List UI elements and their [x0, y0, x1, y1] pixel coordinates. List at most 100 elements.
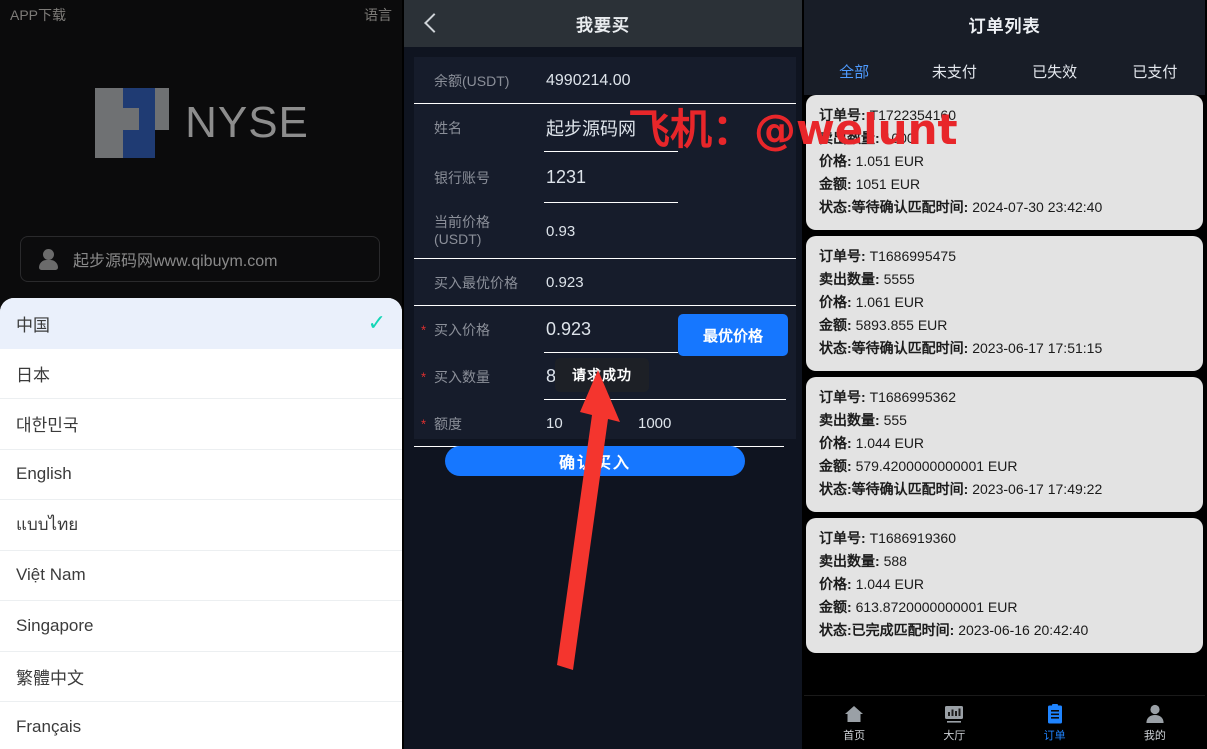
- language-item-japan[interactable]: 日本: [0, 348, 402, 399]
- status-label: 状态:: [819, 199, 852, 215]
- match-time-value: 2023-06-17 17:49:22: [972, 481, 1103, 497]
- sell-qty-value: 5555: [883, 271, 915, 287]
- match-time-label: 匹配时间:: [907, 481, 969, 497]
- order-card[interactable]: 订单号: T1722354160 卖出数量: 1000 价格: 1.051 EU…: [806, 95, 1203, 230]
- amount-line: 金额: 1051 EUR: [819, 173, 1190, 196]
- bank-account-label: 银行账号: [434, 169, 490, 186]
- amount-line: 金额: 5893.855 EUR: [819, 314, 1190, 337]
- sell-qty-value: 588: [883, 553, 907, 569]
- language-item-english[interactable]: English: [0, 449, 402, 500]
- match-time-value: 2024-07-30 23:42:40: [972, 199, 1103, 215]
- sell-qty-line: 卖出数量: 1000: [819, 127, 1190, 150]
- screen-root: APP下载 语言 NYSE 起步源码网www.qibuym.com 中国 ✓ 日…: [0, 0, 1207, 749]
- username-value: 起步源码网www.qibuym.com: [73, 253, 278, 270]
- chevron-left-icon[interactable]: [424, 13, 437, 33]
- order-no-value: T1686995362: [869, 389, 956, 405]
- name-input[interactable]: 起步源码网: [546, 115, 636, 141]
- sell-qty-value: 1000: [883, 130, 915, 146]
- order-card[interactable]: 订单号: T1686995475 卖出数量: 5555 价格: 1.061 EU…: [806, 236, 1203, 371]
- language-label: Việt Nam: [16, 565, 86, 585]
- confirm-buy-button[interactable]: 确认买入: [445, 446, 745, 476]
- status-value: 等待确认: [851, 199, 908, 215]
- amount-label: 金额:: [819, 599, 852, 615]
- language-link[interactable]: 语言: [364, 5, 392, 25]
- current-price-label: 当前价格 (USDT): [434, 214, 546, 249]
- nav-item-profile[interactable]: 我的: [1105, 703, 1205, 743]
- user-icon: [39, 248, 59, 270]
- person-icon: [1144, 703, 1166, 725]
- language-list: 中国 ✓ 日本 대한민국 English แบบไทย Việt Nam Sin…: [0, 298, 402, 749]
- bank-account-input[interactable]: 1231: [546, 167, 586, 188]
- sell-qty-line: 卖出数量: 5555: [819, 268, 1190, 291]
- buy-quantity-label: 买入数量: [434, 368, 490, 385]
- amount-value: 1051 EUR: [855, 176, 921, 192]
- nyse-logo-icon: [93, 80, 171, 166]
- amount-line: 金额: 579.4200000000001 EUR: [819, 455, 1190, 478]
- nav-label: 首页: [843, 729, 866, 742]
- username-input[interactable]: 起步源码网www.qibuym.com: [20, 236, 380, 282]
- amount-label: 金额:: [819, 176, 852, 192]
- price-line: 价格: 1.051 EUR: [819, 150, 1190, 173]
- language-item-singapore[interactable]: Singapore: [0, 601, 402, 652]
- status-label: 状态:: [819, 481, 852, 497]
- quota-min-value: 10: [546, 415, 563, 432]
- language-item-korea[interactable]: 대한민국: [0, 399, 402, 450]
- tab-paid[interactable]: 已支付: [1105, 61, 1205, 82]
- language-label: Singapore: [16, 615, 94, 635]
- nav-item-home[interactable]: 首页: [804, 703, 904, 743]
- language-selection-panel: APP下载 语言 NYSE 起步源码网www.qibuym.com 中国 ✓ 日…: [0, 0, 402, 749]
- language-item-thai[interactable]: แบบไทย: [0, 500, 402, 551]
- nav-item-hall[interactable]: 大厅: [904, 703, 1004, 743]
- language-item-china[interactable]: 中国 ✓: [0, 298, 402, 349]
- price-line: 价格: 1.044 EUR: [819, 432, 1190, 455]
- best-price-button[interactable]: 最优价格: [678, 314, 788, 356]
- nav-item-orders[interactable]: 订单: [1005, 703, 1105, 743]
- required-marker: *: [421, 416, 427, 431]
- order-no-value: T1722354160: [869, 107, 956, 123]
- order-no-label: 订单号:: [819, 107, 866, 123]
- balance-row: 余额(USDT) 4990214.00: [414, 57, 796, 104]
- amount-value: 579.4200000000001 EUR: [855, 458, 1018, 474]
- best-price-value: 0.923: [546, 274, 584, 291]
- language-label: 中国: [16, 315, 50, 335]
- best-price-row: 买入最优价格 0.923: [414, 259, 796, 306]
- bank-account-row: 银行账号 1231: [414, 152, 796, 203]
- brand-logo: NYSE: [0, 30, 402, 215]
- buy-price-row: * 买入价格 0.923 最优价格: [414, 306, 796, 356]
- order-card[interactable]: 订单号: T1686995362 卖出数量: 555 价格: 1.044 EUR…: [806, 377, 1203, 512]
- order-list-panel: 订单列表 全部 未支付 已失效 已支付 订单号: T1722354160 卖出数…: [804, 0, 1205, 749]
- status-label: 状态:: [819, 340, 852, 356]
- order-no-value: T1686919360: [869, 530, 956, 546]
- tab-expired[interactable]: 已失效: [1005, 61, 1105, 82]
- order-no-label: 订单号:: [819, 389, 866, 405]
- order-no-label: 订单号:: [819, 530, 866, 546]
- status-line: 状态:等待确认匹配时间: 2023-06-17 17:51:15: [819, 337, 1190, 360]
- match-time-value: 2023-06-17 17:51:15: [972, 340, 1103, 356]
- buy-price-input[interactable]: 0.923: [546, 319, 591, 340]
- amount-line: 金额: 613.8720000000001 EUR: [819, 596, 1190, 619]
- language-item-vietnam[interactable]: Việt Nam: [0, 550, 402, 601]
- tab-all[interactable]: 全部: [804, 61, 904, 82]
- order-card[interactable]: 订单号: T1686919360 卖出数量: 588 价格: 1.044 EUR…: [806, 518, 1203, 653]
- status-value: 已完成: [851, 622, 894, 638]
- nyse-logo-text: NYSE: [185, 97, 309, 147]
- current-price-label-line2: (USDT): [434, 231, 482, 247]
- check-icon: ✓: [367, 310, 386, 336]
- order-no-line: 订单号: T1686919360: [819, 527, 1190, 550]
- left-topbar: APP下载 语言: [0, 0, 402, 30]
- sell-qty-line: 卖出数量: 588: [819, 550, 1190, 573]
- language-item-traditional-chinese[interactable]: 繁體中文: [0, 651, 402, 702]
- order-no-value: T1686995475: [869, 248, 956, 264]
- tab-unpaid[interactable]: 未支付: [904, 61, 1004, 82]
- language-label: English: [16, 464, 72, 484]
- status-line: 状态:等待确认匹配时间: 2023-06-17 17:49:22: [819, 478, 1190, 501]
- language-item-french[interactable]: Français: [0, 702, 402, 749]
- amount-value: 613.8720000000001 EUR: [855, 599, 1018, 615]
- home-icon: [843, 703, 865, 725]
- current-price-label-line1: 当前价格: [434, 213, 490, 230]
- match-time-value: 2023-06-16 20:42:40: [958, 622, 1089, 638]
- app-download-link[interactable]: APP下载: [10, 5, 66, 25]
- sell-qty-value: 555: [883, 412, 907, 428]
- amount-value: 5893.855 EUR: [855, 317, 948, 333]
- order-list: 订单号: T1722354160 卖出数量: 1000 价格: 1.051 EU…: [804, 95, 1205, 653]
